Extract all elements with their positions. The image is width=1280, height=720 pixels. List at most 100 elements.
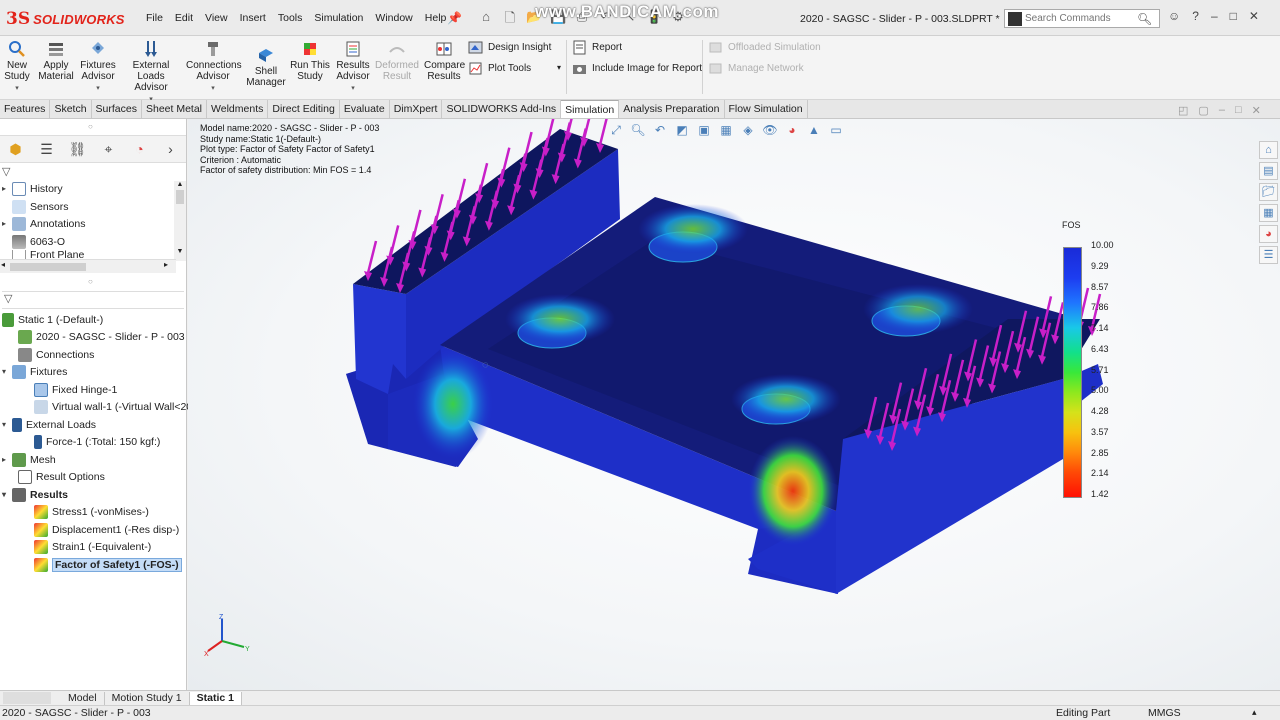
tree-item-material[interactable]: 6063-O [2, 233, 65, 250]
tile-icon[interactable]: ◰ [1178, 104, 1188, 117]
tree-item-virtual-wall[interactable]: Virtual wall-1 (-Virtual Wall<202 [34, 398, 198, 415]
tree-item-history[interactable]: ▸ History [2, 180, 63, 197]
tree-item-static-study[interactable]: Static 1 (-Default-) [2, 311, 103, 328]
plot-tools-button[interactable]: Plot Tools [468, 61, 531, 76]
tree-item-fixed-hinge[interactable]: Fixed Hinge-1 [34, 381, 117, 398]
scroll-up-icon[interactable]: ▲ [174, 181, 186, 188]
tab-motion-study[interactable]: Motion Study 1 [105, 691, 190, 705]
tree-item-stress[interactable]: Stress1 (-vonMises-) [34, 503, 149, 520]
tree-item-results[interactable]: ▾ Results [2, 486, 68, 503]
new-document-icon[interactable]: 🗋 [502, 9, 518, 25]
tree-item-factor-of-safety[interactable]: Factor of Safety1 (-FOS-) [34, 556, 182, 573]
status-units-dropdown-icon[interactable]: ▴ [1252, 707, 1257, 718]
manage-network-button[interactable]: Manage Network [708, 61, 804, 76]
view-palette-icon[interactable]: ▦ [1259, 204, 1278, 222]
tab-direct-editing[interactable]: Direct Editing [268, 100, 340, 118]
graphics-area[interactable]: Model name:2020 - SAGSC - Slider - P - 0… [188, 119, 1280, 690]
menu-edit[interactable]: Edit [169, 12, 199, 24]
feature-manager-tab-icon[interactable]: ⬢ [0, 141, 31, 158]
menu-simulation[interactable]: Simulation [308, 12, 369, 24]
compare-results-button[interactable]: Compare Results [424, 40, 465, 82]
search-scope-icon[interactable] [1008, 11, 1022, 26]
scroll-thumb[interactable] [10, 263, 86, 271]
tree-item-mesh[interactable]: ▸ Mesh [2, 451, 56, 468]
tab-analysis-preparation[interactable]: Analysis Preparation [619, 100, 725, 118]
filter-icon[interactable]: ▽ [2, 165, 10, 178]
configuration-manager-tab-icon[interactable]: ⛓ [62, 141, 93, 158]
tab-flow-simulation[interactable]: Flow Simulation [725, 100, 808, 118]
appearance-tab-icon[interactable]: ◔ [124, 141, 155, 157]
maximize-icon[interactable]: □ [1235, 104, 1242, 117]
tab-sheet-metal[interactable]: Sheet Metal [142, 100, 208, 118]
splitter-handle[interactable]: ○ [88, 277, 93, 286]
search-commands-box[interactable]: 🔍︎ [1004, 9, 1160, 28]
search-icon[interactable]: 🔍︎ [1137, 12, 1152, 26]
scroll-left-icon[interactable]: ◂ [1, 260, 5, 269]
fixtures-advisor-button[interactable]: Fixtures Advisor ▾ [80, 40, 116, 94]
chevron-down-icon[interactable]: ▾ [80, 83, 116, 94]
tab-evaluate[interactable]: Evaluate [340, 100, 390, 118]
shell-manager-button[interactable]: Shell Manager [246, 46, 286, 88]
tree-item-external-loads[interactable]: ▾ External Loads [2, 416, 96, 433]
tab-weldments[interactable]: Weldments [207, 100, 269, 118]
restore-icon[interactable]: ▢ [1198, 104, 1208, 117]
horizontal-scrollbar[interactable]: ◂ ▸ [0, 259, 176, 273]
tab-static-study[interactable]: Static 1 [189, 691, 243, 705]
tab-dimxpert[interactable]: DimXpert [390, 100, 443, 118]
connections-advisor-button[interactable]: Connections Advisor ▾ [186, 40, 242, 94]
tab-solidworks-add-ins[interactable]: SOLIDWORKS Add-Ins [442, 100, 562, 118]
include-image-for-report-button[interactable]: Include Image for Report [572, 61, 702, 76]
expand-icon[interactable]: ▸ [2, 455, 12, 464]
design-insight-button[interactable]: Design Insight [468, 40, 551, 55]
pin-icon[interactable]: 📌 [447, 11, 462, 25]
home-icon[interactable]: ⌂ [478, 9, 494, 25]
results-advisor-button[interactable]: Results Advisor ▾ [335, 40, 371, 94]
scroll-down-icon[interactable]: ▼ [174, 248, 186, 255]
offloaded-simulation-button[interactable]: Offloaded Simulation [708, 40, 821, 55]
tab-model[interactable]: Model [61, 691, 105, 705]
report-button[interactable]: Report [572, 40, 622, 55]
tree-item-fixtures[interactable]: ▾ Fixtures [2, 363, 67, 380]
solidworks-logo[interactable]: 3S SOLIDWORKS [6, 7, 125, 31]
deformed-result-button[interactable]: Deformed Result [374, 40, 420, 82]
expand-panel-icon[interactable]: › [155, 141, 186, 157]
collapse-icon[interactable]: ▾ [2, 367, 12, 376]
expand-icon[interactable]: ▸ [2, 219, 12, 228]
menu-file[interactable]: File [140, 12, 169, 24]
tab-simulation[interactable]: Simulation [561, 100, 620, 118]
tab-sketch[interactable]: Sketch [50, 100, 92, 118]
scroll-right-icon[interactable]: ▸ [164, 260, 168, 269]
chevron-down-icon[interactable]: ▾ [186, 83, 240, 94]
status-units[interactable]: MMGS [1148, 707, 1181, 719]
chevron-down-icon[interactable]: ▾ [4, 83, 30, 94]
menu-view[interactable]: View [199, 12, 234, 24]
search-input[interactable] [1025, 13, 1135, 24]
run-this-study-button[interactable]: Run This Study [290, 40, 330, 82]
tab-navigation-buttons[interactable] [3, 692, 51, 704]
tree-item-part[interactable]: 2020 - SAGSC - Slider - P - 003 (-606 [18, 328, 212, 345]
external-loads-advisor-button[interactable]: External Loads Advisor ▾ [120, 40, 182, 105]
new-study-button[interactable]: New Study ▾ [4, 40, 30, 94]
dimxpert-tab-icon[interactable]: ⌖ [93, 141, 124, 158]
expand-icon[interactable]: ▸ [2, 184, 12, 193]
menu-insert[interactable]: Insert [234, 12, 272, 24]
appearances-icon[interactable]: ◕ [1259, 225, 1278, 243]
tab-features[interactable]: Features [0, 100, 51, 118]
user-icon[interactable]: ☺ [1168, 9, 1180, 23]
menu-window[interactable]: Window [369, 12, 418, 24]
minimize-icon[interactable]: – [1219, 104, 1225, 117]
tree-item-strain[interactable]: Strain1 (-Equivalent-) [34, 538, 151, 555]
tree-item-annotations[interactable]: ▸ Annotations [2, 215, 85, 232]
solidworks-resources-icon[interactable]: ⌂ [1259, 141, 1278, 159]
chevron-down-icon[interactable]: ▾ [557, 63, 561, 72]
design-library-icon[interactable]: ▤ [1259, 162, 1278, 180]
tree-item-result-options[interactable]: Result Options [18, 468, 105, 485]
chevron-down-icon[interactable]: ▾ [335, 83, 371, 94]
splitter-handle[interactable]: ○ [88, 122, 93, 131]
collapse-icon[interactable]: ▾ [2, 490, 12, 499]
help-icon[interactable]: ? [1192, 9, 1199, 23]
filter-icon[interactable]: ▽ [4, 293, 12, 305]
minimize-icon[interactable]: – [1211, 9, 1218, 23]
tree-item-force[interactable]: Force-1 (:Total: 150 kgf:) [34, 433, 160, 450]
property-manager-tab-icon[interactable]: ☰ [31, 141, 62, 158]
